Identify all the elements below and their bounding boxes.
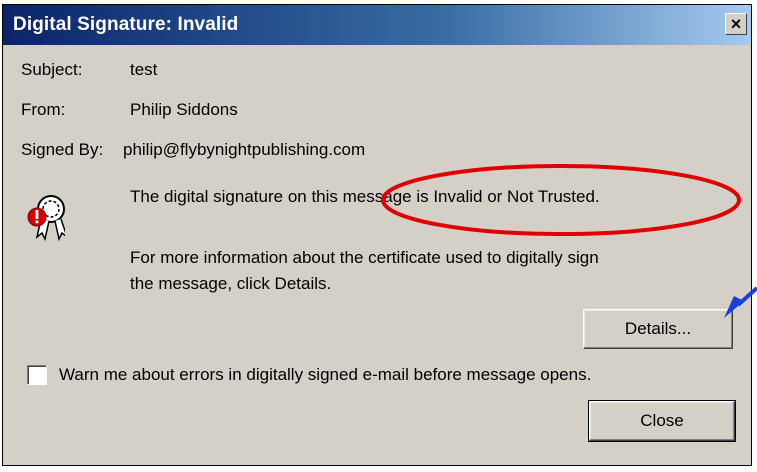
info-text-line-2: the message, click Details. (130, 274, 332, 293)
from-value: Philip Siddons (130, 100, 238, 119)
close-button[interactable]: Close (588, 400, 736, 442)
from-label: From: (21, 100, 66, 119)
warn-errors-checkbox[interactable] (27, 365, 47, 385)
details-button[interactable]: Details... (583, 309, 733, 349)
signed-by-value: philip@flybynightpublishing.com (123, 140, 366, 159)
title-bar[interactable]: Digital Signature: Invalid × (3, 5, 751, 45)
dialog-title: Digital Signature: Invalid (13, 14, 239, 35)
warn-errors-label[interactable]: Warn me about errors in digitally signed… (59, 365, 591, 385)
subject-value: test (130, 60, 158, 79)
digital-signature-dialog: Digital Signature: Invalid × Subject: te… (2, 4, 752, 466)
certificate-error-icon (27, 195, 65, 242)
signature-status-text: The digital signature on this message is… (130, 187, 600, 206)
close-window-button[interactable]: × (725, 13, 747, 35)
subject-label: Subject: (21, 60, 83, 79)
close-icon: × (730, 14, 742, 34)
info-text-line-1: For more information about the certifica… (130, 248, 599, 267)
signed-by-label: Signed By: (21, 140, 104, 159)
